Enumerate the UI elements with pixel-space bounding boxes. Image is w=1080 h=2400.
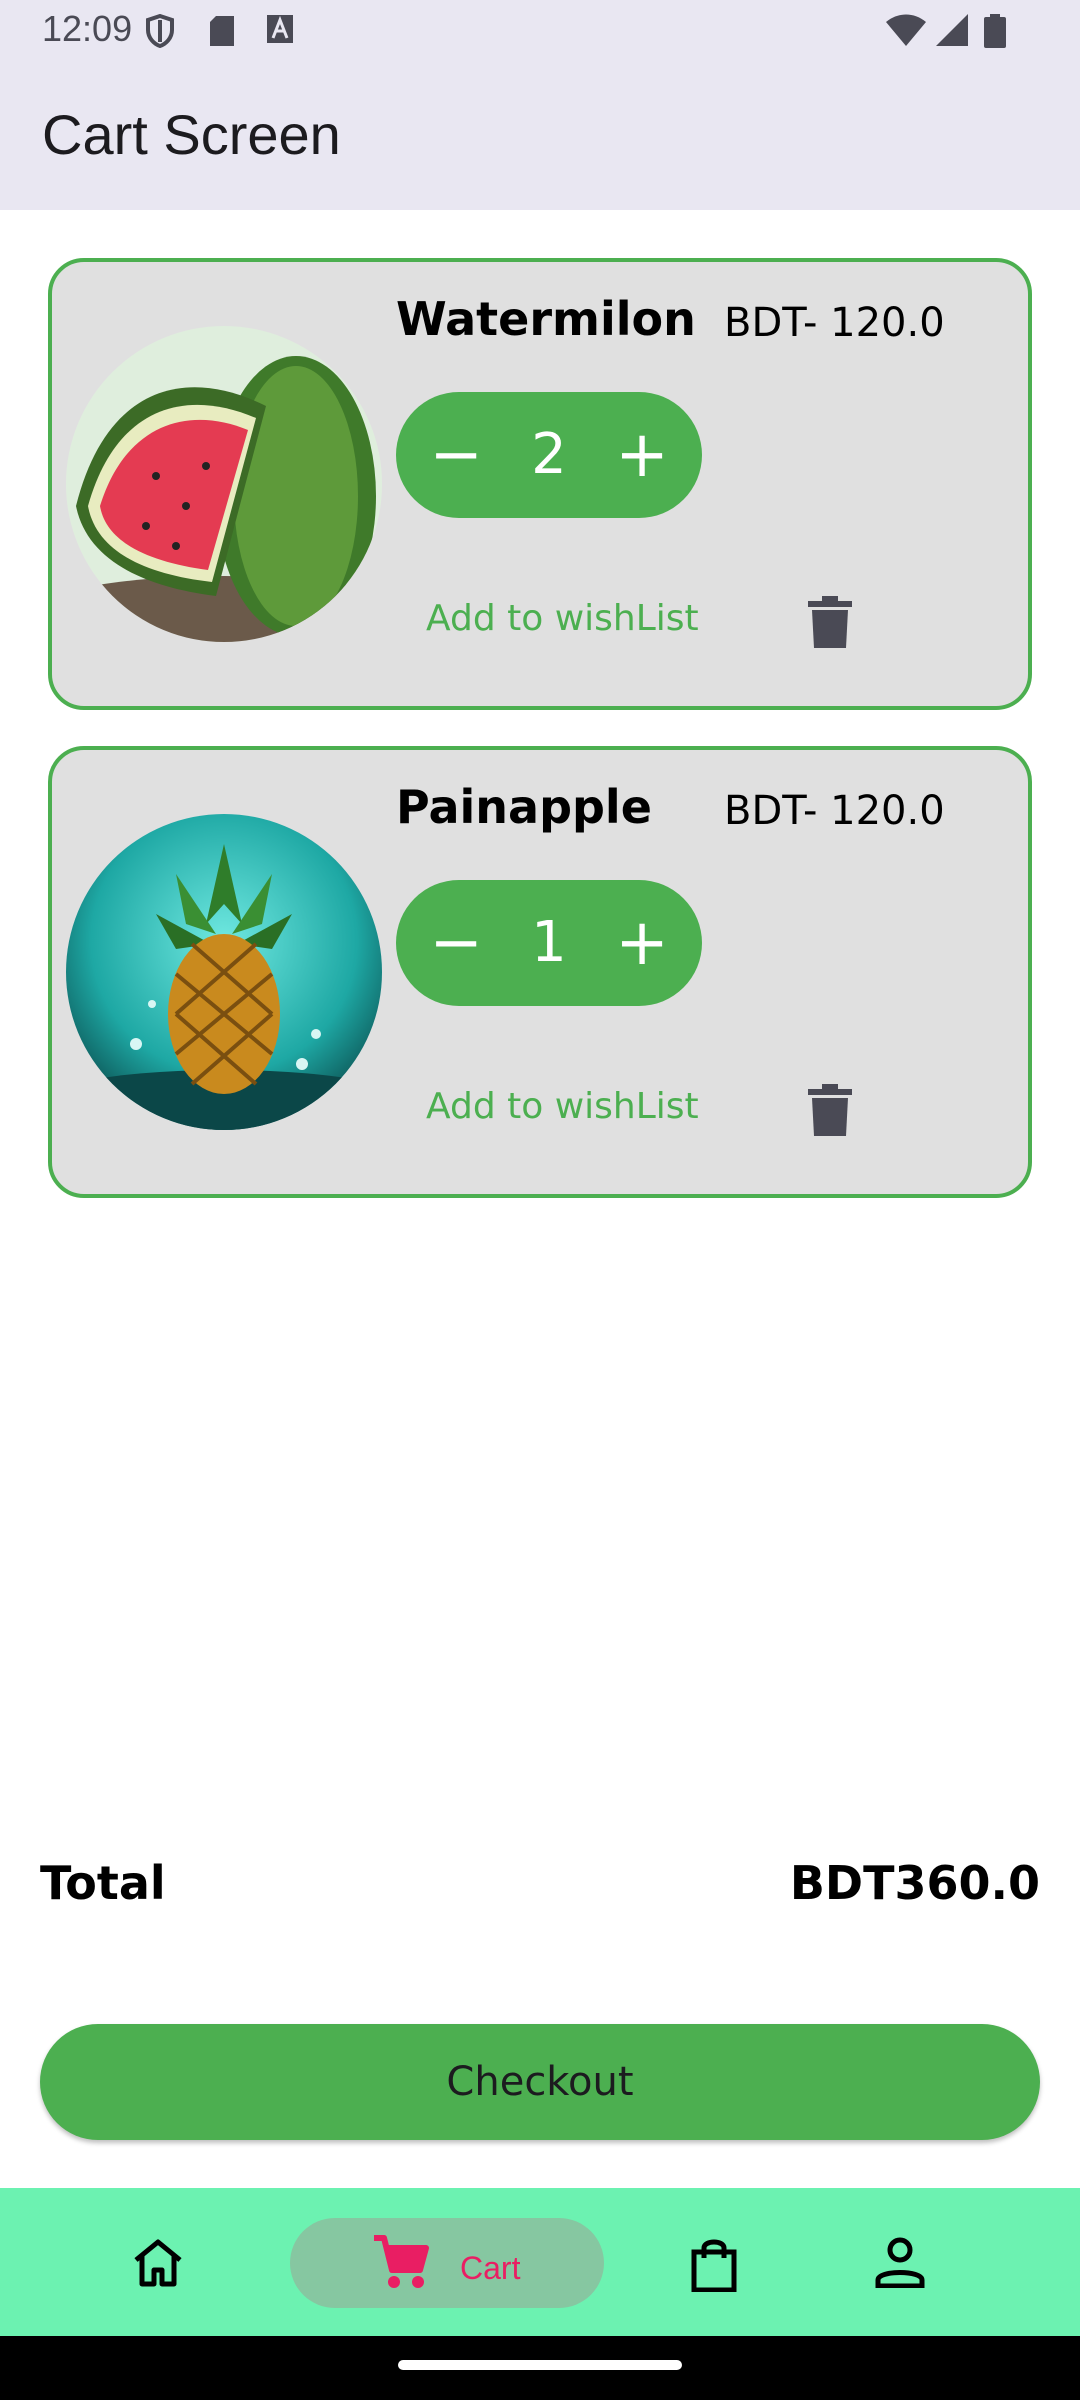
watermelon-image bbox=[66, 326, 382, 642]
add-to-wishlist-button[interactable]: Add to wishList bbox=[426, 1086, 699, 1127]
shopping-bag-icon[interactable] bbox=[690, 2236, 738, 2292]
product-price: BDT- 120.0 bbox=[724, 300, 945, 346]
cart-item-card: Painapple BDT- 120.0 − 1 + Add to wishLi… bbox=[48, 746, 1032, 1198]
bottom-navigation bbox=[0, 2188, 1080, 2336]
decrease-quantity-button[interactable]: − bbox=[406, 392, 506, 518]
app-bar: Cart Screen bbox=[0, 62, 1080, 210]
checkout-button[interactable]: Checkout bbox=[40, 2024, 1040, 2140]
battery-icon bbox=[984, 14, 1006, 48]
increase-quantity-button[interactable]: + bbox=[592, 880, 692, 1006]
wifi-icon bbox=[886, 14, 926, 46]
delete-icon[interactable] bbox=[808, 596, 852, 648]
add-to-wishlist-button[interactable]: Add to wishList bbox=[426, 598, 699, 639]
page-title: Cart Screen bbox=[42, 103, 341, 166]
increase-quantity-button[interactable]: + bbox=[592, 392, 692, 518]
home-icon[interactable] bbox=[132, 2238, 184, 2288]
font-a-icon bbox=[267, 15, 293, 43]
product-name: Watermilon bbox=[396, 292, 696, 346]
total-value: BDT360.0 bbox=[789, 1856, 1040, 1910]
status-time: 12:09 bbox=[42, 8, 133, 49]
product-price: BDT- 120.0 bbox=[724, 788, 945, 834]
quantity-stepper: − 2 + bbox=[396, 392, 702, 518]
pineapple-image bbox=[66, 814, 382, 1130]
nav-item-cart[interactable] bbox=[290, 2218, 604, 2308]
gesture-bar bbox=[0, 2336, 1080, 2400]
cart-item-card: Watermilon BDT- 120.0 − 2 + Add to wishL… bbox=[48, 258, 1032, 710]
total-label: Total bbox=[40, 1856, 166, 1910]
person-icon[interactable] bbox=[874, 2236, 926, 2288]
quantity-value: 2 bbox=[531, 422, 567, 487]
decrease-quantity-button[interactable]: − bbox=[406, 880, 506, 1006]
nav-cart-label: Cart bbox=[460, 2250, 521, 2286]
sd-card-icon bbox=[210, 16, 234, 46]
shield-icon bbox=[146, 14, 174, 48]
product-name: Painapple bbox=[396, 780, 652, 834]
cart-icon bbox=[374, 2235, 429, 2288]
status-bar: 12:09 bbox=[0, 0, 1080, 62]
quantity-value: 1 bbox=[531, 910, 567, 975]
quantity-stepper: − 1 + bbox=[396, 880, 702, 1006]
signal-icon bbox=[936, 14, 968, 46]
delete-icon[interactable] bbox=[808, 1084, 852, 1136]
home-gesture-handle[interactable] bbox=[398, 2360, 682, 2370]
